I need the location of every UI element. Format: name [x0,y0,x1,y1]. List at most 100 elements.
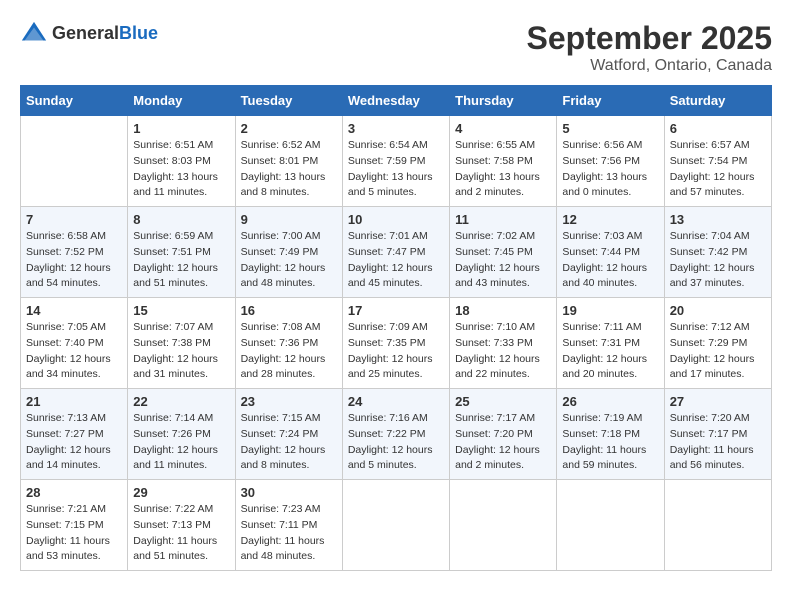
day-number: 8 [133,212,229,227]
column-header-sunday: Sunday [21,86,128,116]
month-year-title: September 2025 [527,20,772,57]
logo-icon [20,20,48,48]
day-number: 4 [455,121,551,136]
day-number: 10 [348,212,444,227]
column-header-monday: Monday [128,86,235,116]
day-number: 23 [241,394,337,409]
calendar-cell: 24 Sunrise: 7:16 AMSunset: 7:22 PMDayligh… [342,389,449,480]
day-number: 25 [455,394,551,409]
day-number: 5 [562,121,658,136]
day-info: Sunrise: 7:08 AMSunset: 7:36 PMDaylight:… [241,320,337,383]
day-info: Sunrise: 7:02 AMSunset: 7:45 PMDaylight:… [455,229,551,292]
day-info: Sunrise: 7:16 AMSunset: 7:22 PMDaylight:… [348,411,444,474]
column-header-friday: Friday [557,86,664,116]
calendar-header-row: SundayMondayTuesdayWednesdayThursdayFrid… [21,86,772,116]
day-number: 22 [133,394,229,409]
calendar-week-row: 7 Sunrise: 6:58 AMSunset: 7:52 PMDaylight… [21,207,772,298]
day-number: 18 [455,303,551,318]
calendar-cell: 18 Sunrise: 7:10 AMSunset: 7:33 PMDayligh… [450,298,557,389]
calendar-cell: 14 Sunrise: 7:05 AMSunset: 7:40 PMDayligh… [21,298,128,389]
day-number: 13 [670,212,766,227]
day-number: 15 [133,303,229,318]
calendar-cell [450,480,557,571]
day-info: Sunrise: 6:55 AMSunset: 7:58 PMDaylight:… [455,138,551,201]
day-number: 9 [241,212,337,227]
calendar-cell: 11 Sunrise: 7:02 AMSunset: 7:45 PMDayligh… [450,207,557,298]
location-subtitle: Watford, Ontario, Canada [527,57,772,75]
calendar-cell [342,480,449,571]
day-info: Sunrise: 7:12 AMSunset: 7:29 PMDaylight:… [670,320,766,383]
day-number: 29 [133,485,229,500]
day-number: 12 [562,212,658,227]
logo: GeneralBlue [20,20,158,48]
day-info: Sunrise: 6:51 AMSunset: 8:03 PMDaylight:… [133,138,229,201]
title-block: September 2025 Watford, Ontario, Canada [527,20,772,75]
day-info: Sunrise: 6:56 AMSunset: 7:56 PMDaylight:… [562,138,658,201]
calendar-cell: 21Sunrise: 7:13 AMSunset: 7:27 PMDayligh… [21,389,128,480]
column-header-thursday: Thursday [450,86,557,116]
day-info: Sunrise: 6:52 AMSunset: 8:01 PMDaylight:… [241,138,337,201]
calendar-cell: 12 Sunrise: 7:03 AMSunset: 7:44 PMDayligh… [557,207,664,298]
calendar-cell: 19Sunrise: 7:11 AMSunset: 7:31 PMDayligh… [557,298,664,389]
day-number: 2 [241,121,337,136]
calendar-cell: 10 Sunrise: 7:01 AMSunset: 7:47 PMDayligh… [342,207,449,298]
day-number: 27 [670,394,766,409]
calendar-cell: 23Sunrise: 7:15 AMSunset: 7:24 PMDayligh… [235,389,342,480]
calendar-cell: 17 Sunrise: 7:09 AMSunset: 7:35 PMDayligh… [342,298,449,389]
calendar-cell: 15Sunrise: 7:07 AMSunset: 7:38 PMDayligh… [128,298,235,389]
day-info: Sunrise: 7:05 AMSunset: 7:40 PMDaylight:… [26,320,122,383]
calendar-cell: 25 Sunrise: 7:17 AMSunset: 7:20 PMDayligh… [450,389,557,480]
day-info: Sunrise: 6:59 AMSunset: 7:51 PMDaylight:… [133,229,229,292]
column-header-tuesday: Tuesday [235,86,342,116]
calendar-cell: 27 Sunrise: 7:20 AMSunset: 7:17 PMDayligh… [664,389,771,480]
page-header: GeneralBlue September 2025 Watford, Onta… [20,20,772,75]
calendar-table: SundayMondayTuesdayWednesdayThursdayFrid… [20,85,772,571]
day-info: Sunrise: 7:14 AMSunset: 7:26 PMDaylight:… [133,411,229,474]
calendar-cell: 6Sunrise: 6:57 AMSunset: 7:54 PMDaylight… [664,116,771,207]
calendar-cell: 2 Sunrise: 6:52 AMSunset: 8:01 PMDaylight… [235,116,342,207]
day-info: Sunrise: 7:09 AMSunset: 7:35 PMDaylight:… [348,320,444,383]
day-number: 17 [348,303,444,318]
day-number: 21 [26,394,122,409]
calendar-cell [557,480,664,571]
day-number: 24 [348,394,444,409]
calendar-week-row: 14 Sunrise: 7:05 AMSunset: 7:40 PMDayligh… [21,298,772,389]
day-number: 7 [26,212,122,227]
day-number: 11 [455,212,551,227]
day-info: Sunrise: 6:54 AMSunset: 7:59 PMDaylight:… [348,138,444,201]
column-header-wednesday: Wednesday [342,86,449,116]
calendar-cell: 1 Sunrise: 6:51 AMSunset: 8:03 PMDaylight… [128,116,235,207]
day-info: Sunrise: 7:11 AMSunset: 7:31 PMDaylight:… [562,320,658,383]
day-number: 20 [670,303,766,318]
day-info: Sunrise: 7:01 AMSunset: 7:47 PMDaylight:… [348,229,444,292]
day-info: Sunrise: 7:22 AMSunset: 7:13 PMDaylight:… [133,502,229,565]
calendar-cell: 22 Sunrise: 7:14 AMSunset: 7:26 PMDayligh… [128,389,235,480]
day-info: Sunrise: 7:21 AMSunset: 7:15 PMDaylight:… [26,502,122,565]
calendar-week-row: 21Sunrise: 7:13 AMSunset: 7:27 PMDayligh… [21,389,772,480]
day-number: 14 [26,303,122,318]
day-info: Sunrise: 7:10 AMSunset: 7:33 PMDaylight:… [455,320,551,383]
calendar-cell: 5 Sunrise: 6:56 AMSunset: 7:56 PMDaylight… [557,116,664,207]
day-info: Sunrise: 7:00 AMSunset: 7:49 PMDaylight:… [241,229,337,292]
calendar-cell [664,480,771,571]
day-info: Sunrise: 6:58 AMSunset: 7:52 PMDaylight:… [26,229,122,292]
day-info: Sunrise: 7:17 AMSunset: 7:20 PMDaylight:… [455,411,551,474]
calendar-week-row: 28Sunrise: 7:21 AMSunset: 7:15 PMDayligh… [21,480,772,571]
day-info: Sunrise: 7:03 AMSunset: 7:44 PMDaylight:… [562,229,658,292]
calendar-cell: 13Sunrise: 7:04 AMSunset: 7:42 PMDayligh… [664,207,771,298]
calendar-week-row: 1 Sunrise: 6:51 AMSunset: 8:03 PMDaylight… [21,116,772,207]
day-number: 3 [348,121,444,136]
logo-general-text: General [52,23,119,43]
calendar-cell: 3 Sunrise: 6:54 AMSunset: 7:59 PMDaylight… [342,116,449,207]
column-header-saturday: Saturday [664,86,771,116]
day-info: Sunrise: 6:57 AMSunset: 7:54 PMDaylight:… [670,138,766,201]
day-number: 30 [241,485,337,500]
day-number: 26 [562,394,658,409]
calendar-cell: 28Sunrise: 7:21 AMSunset: 7:15 PMDayligh… [21,480,128,571]
calendar-cell: 7 Sunrise: 6:58 AMSunset: 7:52 PMDaylight… [21,207,128,298]
day-info: Sunrise: 7:20 AMSunset: 7:17 PMDaylight:… [670,411,766,474]
day-number: 16 [241,303,337,318]
calendar-cell: 8 Sunrise: 6:59 AMSunset: 7:51 PMDaylight… [128,207,235,298]
day-number: 1 [133,121,229,136]
day-info: Sunrise: 7:19 AMSunset: 7:18 PMDaylight:… [562,411,658,474]
